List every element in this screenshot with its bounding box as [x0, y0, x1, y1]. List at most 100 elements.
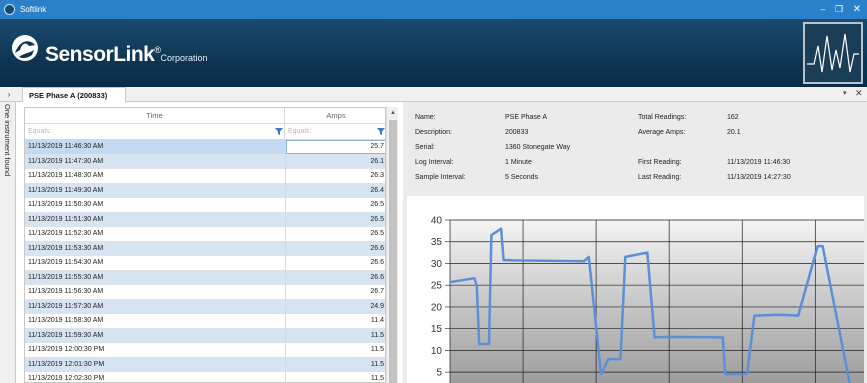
table-row[interactable]: 11/13/2019 11:54:30 AM 26.6	[25, 256, 385, 271]
instrument-found-label: One instrument found	[3, 104, 12, 177]
instrument-side-panel[interactable]: One instrument found	[0, 102, 16, 383]
time-cell: 11/13/2019 11:59:30 AM	[28, 331, 104, 339]
y-tick-label: 20	[431, 302, 443, 313]
serial-label: Serial:	[415, 144, 435, 151]
amps-chart-panel: 40 35 30 25 20 15 10 5	[407, 196, 864, 383]
y-tick-label: 10	[431, 346, 443, 357]
time-filter-placeholder: Equals:	[28, 128, 52, 135]
table-row[interactable]: 11/13/2019 11:47:30 AM 26.1	[25, 154, 385, 169]
time-cell: 11/13/2019 11:55:30 AM	[28, 273, 104, 281]
amps-cell: 24.9	[370, 302, 384, 310]
amps-filter-placeholder: Equals:	[288, 128, 312, 135]
waveform-logo-icon	[803, 22, 863, 84]
filter-row: Equals: Equals:	[25, 124, 385, 140]
amps-cell: 26.7	[370, 288, 384, 295]
table-row[interactable]: 11/13/2019 12:01:30 PM 11.5	[25, 357, 385, 372]
amps-cell: 11.4	[370, 317, 384, 324]
amps-cell: 26.5	[370, 201, 384, 208]
table-row[interactable]: 11/13/2019 11:56:30 AM 26.7	[25, 285, 385, 300]
table-row[interactable]: 11/13/2019 11:59:30 AM 11.5	[25, 328, 385, 343]
average-amps-label: Average Amps:	[638, 129, 686, 136]
column-header-amps[interactable]: Amps	[285, 108, 385, 124]
table-row[interactable]: 11/13/2019 11:57:30 AM 24.9	[25, 299, 385, 314]
y-tick-label: 40	[431, 216, 443, 227]
name-value: PSE Phase A	[505, 114, 548, 121]
time-cell: 11/13/2019 11:46:30 AM	[28, 143, 104, 150]
tab-close-button[interactable]: ✕	[855, 88, 863, 99]
app-banner: SensorLink®Corporation	[0, 19, 867, 87]
time-cell: 11/13/2019 11:47:30 AM	[28, 157, 104, 165]
time-filter-input[interactable]: Equals:	[25, 124, 285, 140]
sample-interval-value: 5 Seconds	[505, 174, 539, 181]
description-value: 200833	[505, 129, 529, 136]
time-cell: 11/13/2019 12:02:30 PM	[28, 375, 105, 382]
total-readings-label: Total Readings:	[638, 114, 687, 121]
time-cell: 11/13/2019 11:53:30 AM	[28, 244, 104, 252]
time-cell: 11/13/2019 11:58:30 AM	[28, 317, 104, 324]
time-cell: 11/13/2019 11:56:30 AM	[28, 288, 104, 295]
amps-filter-input[interactable]: Equals:	[285, 124, 385, 140]
company-logo-text: SensorLink®Corporation	[45, 43, 208, 67]
logo-suffix: Corporation	[160, 53, 208, 63]
last-reading-value: 11/13/2019 14:27:30	[727, 174, 791, 181]
grid-rows: 11/13/2019 11:46:30 AM 25.7 11/13/2019 11…	[25, 140, 385, 382]
amps-line-chart[interactable]: 40 35 30 25 20 15 10 5	[407, 196, 864, 383]
amps-cell: 26.6	[370, 273, 384, 281]
scroll-up-arrow-icon[interactable]: ▲	[387, 107, 399, 119]
filter-funnel-icon[interactable]	[377, 128, 385, 135]
minimize-button[interactable]: –	[816, 3, 830, 16]
average-amps-value: 20.1	[727, 129, 741, 136]
time-cell: 11/13/2019 11:48:30 AM	[28, 172, 104, 179]
y-tick-label: 25	[431, 281, 443, 292]
time-cell: 11/13/2019 12:01:30 PM	[28, 360, 105, 368]
amps-cell: 26.3	[370, 172, 384, 179]
table-row[interactable]: 11/13/2019 11:53:30 AM 26.6	[25, 241, 385, 256]
scrollbar-thumb[interactable]	[389, 120, 397, 383]
time-cell: 11/13/2019 11:57:30 AM	[28, 302, 104, 310]
time-cell: 11/13/2019 11:52:30 AM	[28, 230, 104, 237]
log-interval-value: 1 Minute	[505, 159, 532, 166]
amps-cell: 25.7	[370, 143, 384, 150]
table-row[interactable]: 11/13/2019 11:46:30 AM 25.7	[25, 140, 385, 155]
name-label: Name:	[415, 114, 436, 121]
maximize-button[interactable]: ❐	[832, 3, 846, 16]
log-interval-label: Log Interval:	[415, 159, 454, 166]
amps-cell: 26.4	[370, 186, 384, 194]
table-row[interactable]: 11/13/2019 11:48:30 AM 26.3	[25, 169, 385, 184]
table-row[interactable]: 11/13/2019 11:58:30 AM 11.4	[25, 314, 385, 329]
readings-grid: Time Amps Equals: Equals: 11/13/2019 11:…	[24, 107, 386, 383]
grid-vertical-scrollbar[interactable]: ▲	[386, 107, 398, 383]
filter-funnel-icon[interactable]	[275, 128, 283, 135]
last-reading-label: Last Reading:	[638, 174, 682, 181]
window-title-bar: Softlink – ❐ ✕	[0, 0, 867, 19]
amps-cell: 26.5	[370, 230, 384, 237]
amps-cell: 11.5	[370, 331, 384, 339]
amps-cell: 11.5	[370, 375, 384, 382]
time-cell: 11/13/2019 12:00:30 PM	[28, 346, 105, 353]
description-label: Description:	[415, 129, 452, 136]
tab-pse-phase-a[interactable]: PSE Phase A (200833)	[22, 87, 126, 102]
first-reading-value: 11/13/2019 11:46:30	[727, 159, 791, 166]
tab-menu-chevron-down-icon[interactable]: ▾	[843, 89, 847, 97]
table-row[interactable]: 11/13/2019 11:49:30 AM 26.4	[25, 183, 385, 198]
amps-cell: 26.1	[370, 157, 384, 165]
table-row[interactable]: 11/13/2019 11:55:30 AM 26.6	[25, 270, 385, 285]
table-row[interactable]: 11/13/2019 11:51:30 AM 26.5	[25, 212, 385, 227]
tab-strip: › PSE Phase A (200833) ▾ ✕	[0, 87, 867, 102]
table-row[interactable]: 11/13/2019 12:00:30 PM 11.5	[25, 343, 385, 358]
amps-cell: 11.5	[370, 346, 384, 353]
expand-panel-button[interactable]: ›	[2, 89, 16, 100]
table-row[interactable]: 11/13/2019 11:52:30 AM 26.5	[25, 227, 385, 242]
table-row[interactable]: 11/13/2019 11:50:30 AM 26.5	[25, 198, 385, 213]
amps-cell: 26.6	[370, 259, 384, 266]
y-tick-label: 30	[431, 259, 443, 270]
time-cell: 11/13/2019 11:50:30 AM	[28, 201, 104, 208]
app-icon	[4, 4, 15, 15]
logo-name: SensorLink	[45, 43, 155, 66]
y-tick-label: 15	[431, 324, 443, 335]
table-row[interactable]: 11/13/2019 12:02:30 PM 11.5	[25, 372, 385, 382]
column-header-time[interactable]: Time	[25, 108, 285, 124]
total-readings-value: 162	[727, 114, 739, 121]
sample-interval-label: Sample Interval:	[415, 174, 466, 181]
close-button[interactable]: ✕	[850, 3, 864, 16]
